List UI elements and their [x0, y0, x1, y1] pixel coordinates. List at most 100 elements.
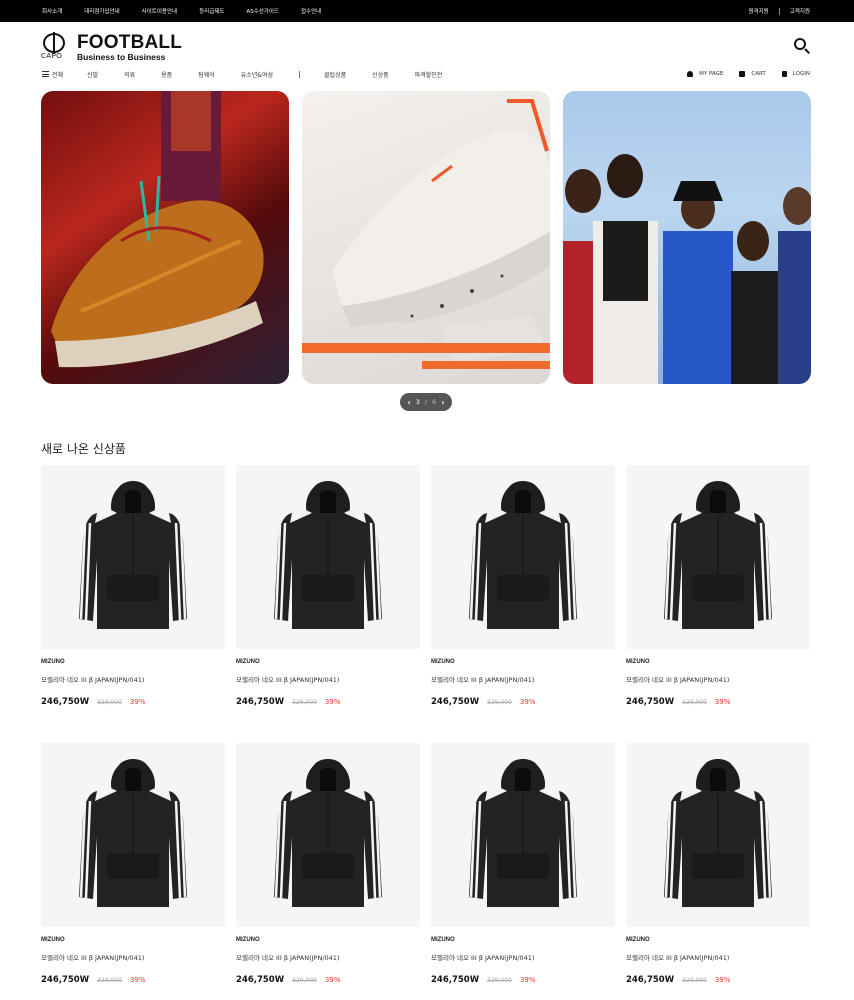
capo-logo-icon: CAPO [41, 32, 67, 62]
cart-label: CART [751, 71, 766, 77]
product-brand: MIZUNO [41, 937, 65, 943]
search-button[interactable] [794, 38, 810, 54]
product-image[interactable] [431, 743, 615, 927]
product-prices: 246,750W 329,000 39% [431, 975, 535, 985]
hoodie-image [664, 481, 772, 629]
product-prices: 246,750W 329,000 39% [236, 697, 340, 707]
logo-title: FOOTBALL [77, 32, 183, 53]
topbar-link-site-guide[interactable]: 사이트이용안내 [142, 7, 177, 15]
topbar-link-remote-support[interactable]: 원격지원 [749, 7, 769, 15]
topbar-link-customer-support[interactable]: 고객지원 [790, 7, 810, 15]
product-name[interactable]: 모렐리아 네오 III β JAPAN(JPN/041) [41, 952, 144, 962]
nav-item-shoes[interactable]: 신발 [87, 70, 98, 79]
product-price: 246,750W [431, 975, 480, 985]
product-prices: 246,750W 329,000 39% [236, 975, 340, 985]
hoodie-image [79, 481, 187, 629]
product-price: 246,750W [236, 697, 285, 707]
product-brand: MIZUNO [431, 659, 455, 665]
login-link[interactable]: LOGIN [781, 71, 810, 77]
nav-item-new[interactable]: 신상품 [372, 70, 389, 79]
banner-slide-group-people[interactable] [563, 91, 811, 384]
product-prices: 246,750W 329,000 39% [41, 975, 145, 985]
product-card[interactable]: MIZUNO 모렐리아 네오 III β JAPAN(JPN/041) 246,… [431, 743, 615, 985]
login-icon [781, 71, 787, 77]
product-image[interactable] [431, 465, 615, 649]
product-card[interactable]: MIZUNO 모렐리아 네오 III β JAPAN(JPN/041) 246,… [431, 465, 615, 707]
nav-item-sale[interactable]: 파격할인전 [415, 70, 443, 79]
next-arrow-icon[interactable]: › [441, 398, 444, 407]
product-brand: MIZUNO [236, 659, 260, 665]
banner-total-count: 6 [432, 398, 437, 406]
product-card[interactable]: MIZUNO 모렐리아 네오 III β JAPAN(JPN/041) 246,… [236, 743, 420, 985]
product-name[interactable]: 모렐리아 네오 III β JAPAN(JPN/041) [431, 674, 534, 684]
product-brand: MIZUNO [236, 937, 260, 943]
product-name[interactable]: 모렐리아 네오 III β JAPAN(JPN/041) [236, 952, 339, 962]
product-name[interactable]: 모렐리아 네오 III β JAPAN(JPN/041) [626, 674, 729, 684]
product-original-price: 329,000 [97, 977, 122, 984]
product-original-price: 329,000 [487, 699, 512, 706]
product-prices: 246,750W 329,000 39% [431, 697, 535, 707]
product-prices: 246,750W 329,000 39% [626, 697, 730, 707]
product-card[interactable]: MIZUNO 모렐리아 네오 III β JAPAN(JPN/041) 246,… [626, 743, 810, 985]
sneaker-white-image [302, 99, 550, 369]
product-card[interactable]: MIZUNO 모렐리아 네오 III β JAPAN(JPN/041) 246,… [626, 465, 810, 707]
product-price: 246,750W [431, 697, 480, 707]
hoodie-image [664, 759, 772, 907]
nav-item-youth-women[interactable]: 유소년&여성 [241, 70, 273, 79]
product-prices: 246,750W 329,000 39% [626, 975, 730, 985]
product-original-price: 329,000 [682, 977, 707, 984]
product-discount: 39% [324, 698, 341, 706]
product-name[interactable]: 모렐리아 네오 III β JAPAN(JPN/041) [41, 674, 144, 684]
topbar-link-dealer[interactable]: 대리점가입안내 [84, 7, 119, 15]
topbar-left-links: 회사소개 대리점가입안내 사이트이용안내 등리급제도 AS수선가이드 접수안내 [42, 0, 321, 22]
product-image[interactable] [236, 743, 420, 927]
nav-all-label: 전체 [52, 71, 64, 79]
nav-item-gear[interactable]: 용품 [161, 70, 172, 79]
main-nav: 전체 신발 의류 용품 팀웨어 유소년&여성 클럽상품 신상품 파격할인전 [42, 67, 468, 81]
nav-item-club[interactable]: 클럽상품 [324, 70, 346, 79]
product-brand: MIZUNO [41, 659, 65, 665]
topbar-link-as-guide[interactable]: AS수선가이드 [246, 7, 279, 15]
product-price: 246,750W [41, 975, 90, 985]
prev-arrow-icon[interactable]: ‹ [407, 398, 410, 407]
product-discount: 39% [519, 698, 536, 706]
banner-slide-sneaker-white[interactable] [302, 91, 550, 384]
site-logo[interactable]: CAPO FOOTBALL Business to Business [41, 32, 183, 62]
topbar-link-reception[interactable]: 접수안내 [301, 7, 321, 15]
banner-pager: ‹ 3 / 6 › [400, 393, 452, 411]
product-discount: 39% [714, 976, 731, 984]
bag-icon [739, 71, 746, 77]
group-photo-image [563, 154, 811, 384]
user-utility-links: MY PAGE CART LOGIN [687, 67, 810, 81]
product-name[interactable]: 모렐리아 네오 III β JAPAN(JPN/041) [431, 952, 534, 962]
top-utility-bar: 회사소개 대리점가입안내 사이트이용안내 등리급제도 AS수선가이드 접수안내 … [0, 0, 854, 22]
nav-all-categories[interactable]: 전체 [42, 70, 63, 79]
product-original-price: 329,000 [292, 699, 317, 706]
product-brand: MIZUNO [626, 659, 650, 665]
topbar-link-grade[interactable]: 등리급제도 [199, 7, 224, 15]
my-page-link[interactable]: MY PAGE [687, 71, 723, 77]
nav-item-teamwear[interactable]: 팀웨어 [198, 70, 215, 79]
nav-item-apparel[interactable]: 의류 [124, 70, 135, 79]
product-image[interactable] [236, 465, 420, 649]
cart-link[interactable]: CART [739, 71, 766, 77]
topbar-link-company[interactable]: 회사소개 [42, 7, 62, 15]
hoodie-image [469, 481, 577, 629]
product-card[interactable]: MIZUNO 모렐리아 네오 III β JAPAN(JPN/041) 246,… [41, 743, 225, 985]
sneaker-orange-image [41, 91, 289, 384]
product-name[interactable]: 모렐리아 네오 III β JAPAN(JPN/041) [236, 674, 339, 684]
product-card[interactable]: MIZUNO 모렐리아 네오 III β JAPAN(JPN/041) 246,… [236, 465, 420, 707]
banner-slide-sneaker-orange[interactable] [41, 91, 289, 384]
product-discount: 39% [324, 976, 341, 984]
hoodie-image [274, 481, 382, 629]
product-image[interactable] [41, 465, 225, 649]
product-image[interactable] [626, 743, 810, 927]
product-discount: 39% [129, 976, 146, 984]
product-image[interactable] [626, 465, 810, 649]
product-name[interactable]: 모렐리아 네오 III β JAPAN(JPN/041) [626, 952, 729, 962]
hoodie-image [469, 759, 577, 907]
login-label: LOGIN [792, 71, 810, 77]
product-image[interactable] [41, 743, 225, 927]
product-card[interactable]: MIZUNO 모렐리아 네오 III β JAPAN(JPN/041) 246,… [41, 465, 225, 707]
product-prices: 246,750W 329,000 39% [41, 697, 145, 707]
